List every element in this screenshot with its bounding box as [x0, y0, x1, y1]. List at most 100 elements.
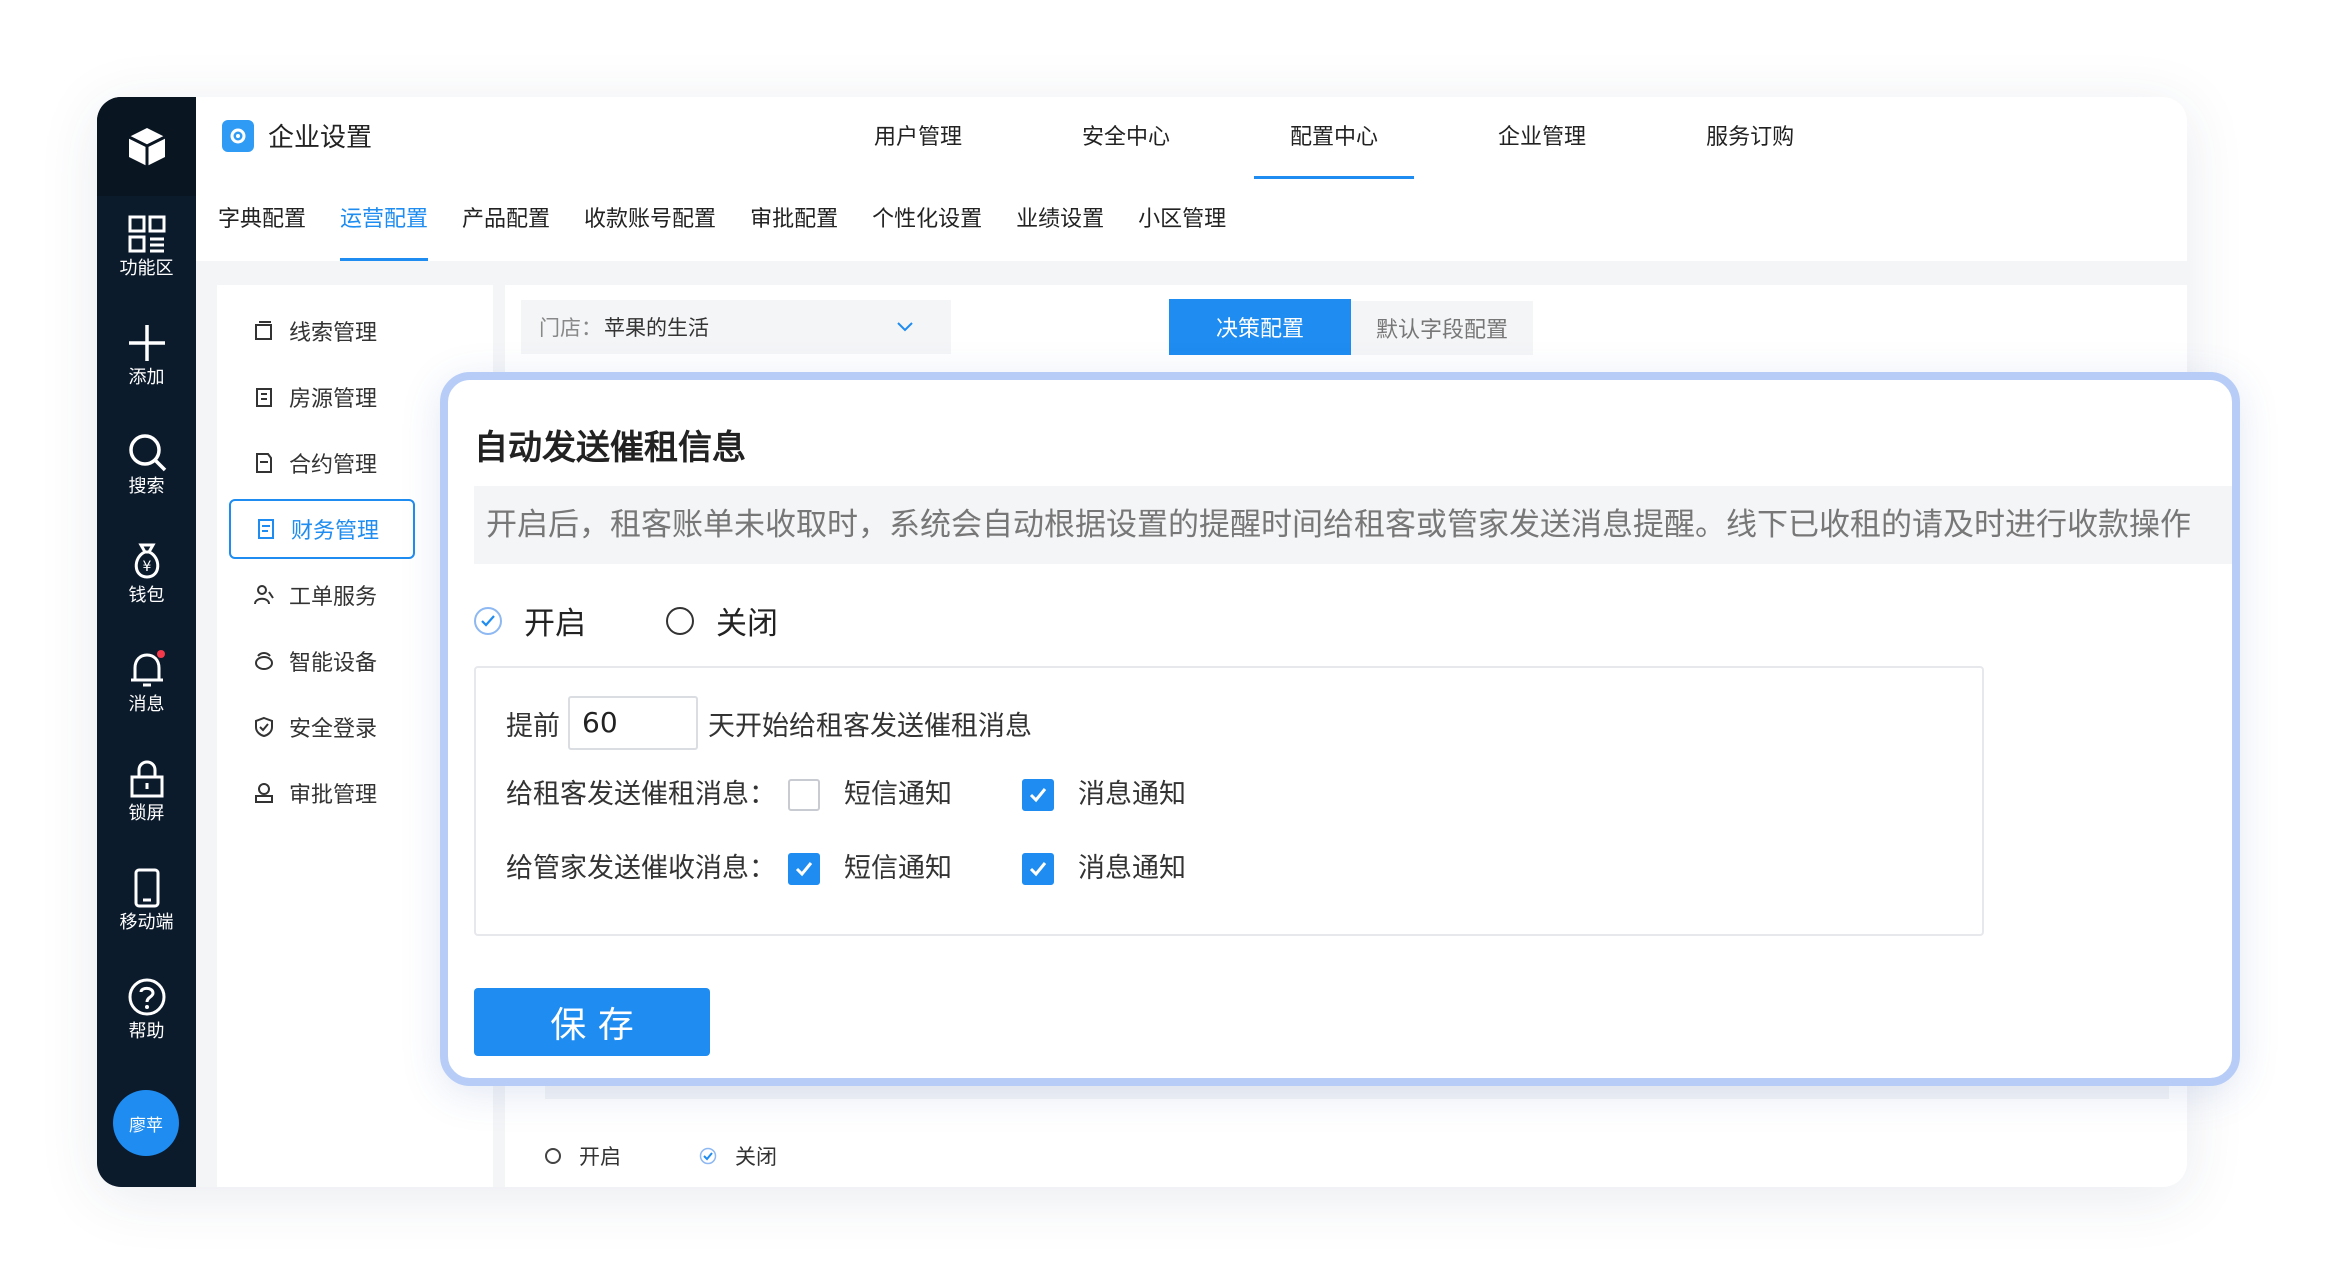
- checkmark-icon: [1029, 787, 1047, 802]
- building-icon: [253, 386, 275, 408]
- avatar[interactable]: 廖苹: [113, 1090, 179, 1156]
- contract-icon: [253, 452, 275, 474]
- rail-item-wallet[interactable]: ¥ 钱包: [97, 541, 196, 607]
- search-icon: [128, 434, 166, 472]
- tab-default-fields[interactable]: 默认字段配置: [1351, 301, 1533, 355]
- sub-nav: 字典配置 运营配置 产品配置 收款账号配置 审批配置 个性化设置 业绩设置 小区…: [196, 179, 2187, 261]
- save-button[interactable]: 保 存: [474, 988, 710, 1056]
- brand: 企业设置: [222, 117, 372, 154]
- steward-msg-checkbox[interactable]: [1022, 852, 1054, 885]
- rail-item-add[interactable]: 添加: [97, 323, 196, 389]
- rail-item-mobile[interactable]: 移动端: [97, 868, 196, 934]
- reminder-settings-box: 提前 60 天开始给租客发送催租消息 给租客发送催租消息： 短信通知 消息通知: [474, 666, 1984, 936]
- advance-suffix: 天开始给租客发送催租消息: [708, 710, 1032, 742]
- tenant-msg-checkbox[interactable]: [1022, 778, 1054, 811]
- chevron-down-icon: [897, 322, 913, 332]
- top-nav: 用户管理 安全中心 配置中心 企业管理 服务订购: [838, 97, 1878, 179]
- steward-sms-option[interactable]: 短信通知: [788, 846, 952, 885]
- settings-gear-icon: [222, 119, 254, 152]
- rail-item-messages[interactable]: 消息: [97, 650, 196, 716]
- rail-label: 移动端: [119, 912, 174, 933]
- toggle-radio-group: 开启 关闭: [474, 598, 858, 643]
- tab-personalization[interactable]: 个性化设置: [872, 179, 982, 261]
- tab-operations[interactable]: 运营配置: [340, 179, 429, 261]
- shield-icon: [253, 716, 275, 738]
- store-value: 苹果的生活: [604, 316, 709, 340]
- bg-radio-on[interactable]: 开启: [545, 1141, 621, 1171]
- radio-enable-label: 开启: [524, 606, 586, 642]
- steward-sms-checkbox[interactable]: [788, 852, 820, 885]
- tab-approval-config[interactable]: 审批配置: [750, 179, 838, 261]
- sidebar-item-devices[interactable]: 智能设备: [229, 631, 415, 691]
- rail-label: 锁屏: [128, 803, 165, 824]
- tab-dictionary[interactable]: 字典配置: [218, 179, 306, 261]
- sidebar-item-approvals[interactable]: 审批管理: [229, 763, 415, 823]
- rail-item-help[interactable]: 帮助: [97, 977, 196, 1043]
- app-logo[interactable]: [97, 97, 196, 196]
- sidebar-item-workorders[interactable]: 工单服务: [229, 565, 415, 625]
- rail-item-features[interactable]: 功能区: [97, 214, 196, 280]
- top-nav-enterprise[interactable]: 企业管理: [1462, 97, 1622, 179]
- finance-icon: [255, 518, 277, 540]
- radio-enable[interactable]: 开启: [474, 598, 586, 643]
- background-radio-group: 开启 关闭: [545, 1141, 855, 1171]
- leads-icon: [253, 320, 275, 342]
- tenant-sms-checkbox[interactable]: [788, 778, 820, 811]
- rail-item-search[interactable]: 搜索: [97, 432, 196, 498]
- top-nav-config[interactable]: 配置中心: [1254, 97, 1415, 179]
- svg-text:¥: ¥: [142, 559, 151, 575]
- steward-msg-option[interactable]: 消息通知: [1022, 846, 1186, 885]
- steward-msg-label: 消息通知: [1078, 853, 1186, 884]
- mobile-icon: [134, 868, 159, 908]
- sidebar-item-label: 工单服务: [289, 585, 378, 610]
- plus-icon: [128, 325, 165, 361]
- tenant-sms-option[interactable]: 短信通知: [788, 772, 952, 811]
- sidebar-item-label: 合约管理: [289, 453, 378, 478]
- tenant-sms-label: 短信通知: [844, 779, 952, 810]
- steward-notify-row: 给管家发送催收消息： 短信通知 消息通知: [506, 846, 1256, 885]
- rail-label: 帮助: [128, 1021, 165, 1042]
- lock-icon: [130, 760, 163, 798]
- radio-checked-icon: [474, 606, 502, 635]
- left-rail: 功能区 添加 搜索 ¥ 钱包 消息 锁屏 移动端 帮助 廖苹: [97, 97, 196, 1187]
- top-nav-users[interactable]: 用户管理: [838, 97, 998, 179]
- config-tabs: 决策配置 默认字段配置: [1169, 299, 1533, 355]
- rail-label: 搜索: [128, 476, 165, 497]
- top-nav-subscription[interactable]: 服务订购: [1670, 97, 1830, 179]
- advance-days-row: 提前 60 天开始给租客发送催租消息: [506, 696, 1032, 750]
- top-nav-security[interactable]: 安全中心: [1046, 97, 1206, 179]
- radio-circle-icon: [545, 1148, 561, 1164]
- checkmark-icon: [795, 861, 813, 876]
- wallet-icon: ¥: [134, 543, 159, 579]
- tab-products[interactable]: 产品配置: [462, 179, 550, 261]
- worker-icon: [253, 584, 275, 606]
- steward-notify-label: 给管家发送催收消息：: [506, 853, 776, 884]
- store-select[interactable]: 门店： 苹果的生活: [521, 300, 951, 354]
- sidebar-item-label: 审批管理: [289, 783, 378, 808]
- tenant-notify-label: 给租客发送催租消息：: [506, 779, 776, 810]
- steward-sms-label: 短信通知: [844, 853, 952, 884]
- advance-days-input[interactable]: 60: [568, 696, 698, 750]
- sidebar-item-housing[interactable]: 房源管理: [229, 367, 415, 427]
- tenant-msg-option[interactable]: 消息通知: [1022, 772, 1186, 811]
- bg-radio-off[interactable]: 关闭: [699, 1141, 777, 1171]
- radio-disable[interactable]: 关闭: [666, 598, 778, 643]
- tab-decision-config[interactable]: 决策配置: [1169, 299, 1351, 355]
- grid-icon: [128, 215, 165, 253]
- sidebar-item-label: 财务管理: [291, 519, 380, 544]
- sidebar-item-contracts[interactable]: 合约管理: [229, 433, 415, 493]
- bg-radio-off-label: 关闭: [735, 1145, 777, 1169]
- radio-checked-icon: [699, 1147, 717, 1165]
- sidebar-item-finance[interactable]: 财务管理: [229, 499, 415, 559]
- rail-item-lock[interactable]: 锁屏: [97, 759, 196, 825]
- top-bar: 企业设置 用户管理 安全中心 配置中心 企业管理 服务订购: [196, 97, 2187, 180]
- rail-label: 钱包: [128, 585, 165, 606]
- sidebar-item-leads[interactable]: 线索管理: [229, 301, 415, 361]
- tab-community[interactable]: 小区管理: [1138, 179, 1226, 261]
- advance-prefix: 提前: [506, 710, 560, 742]
- sidebar-item-secure-login[interactable]: 安全登录: [229, 697, 415, 757]
- tab-performance[interactable]: 业绩设置: [1016, 179, 1104, 261]
- help-icon: [128, 978, 165, 1016]
- checkmark-icon: [1029, 861, 1047, 876]
- tab-payment-accounts[interactable]: 收款账号配置: [584, 179, 716, 261]
